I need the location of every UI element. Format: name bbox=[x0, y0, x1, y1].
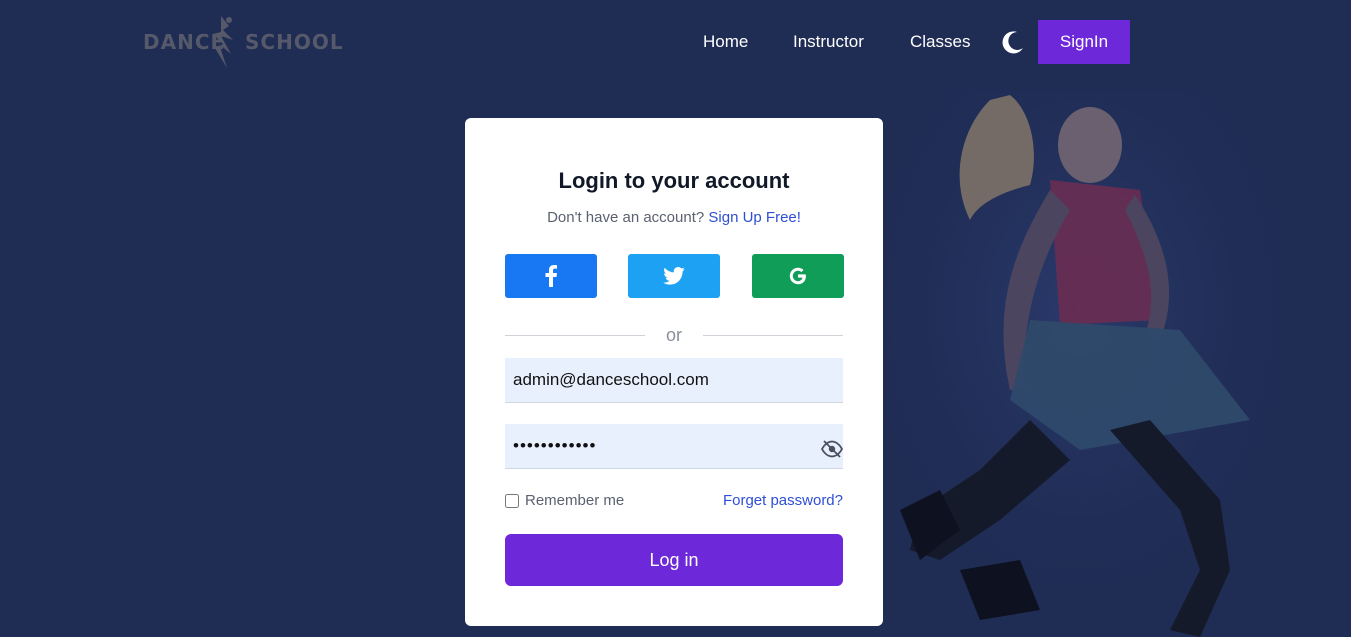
signup-prompt: Don't have an account? Sign Up Free! bbox=[465, 209, 883, 226]
facebook-login-button[interactable] bbox=[505, 254, 597, 298]
divider-line-left bbox=[505, 335, 645, 336]
email-field-wrapper bbox=[505, 358, 843, 403]
logo[interactable]: DANCE SCHOOL bbox=[143, 14, 343, 70]
nav-instructor[interactable]: Instructor bbox=[793, 20, 864, 64]
login-button[interactable]: Log in bbox=[505, 534, 843, 586]
remember-me-checkbox[interactable] bbox=[505, 493, 519, 508]
remember-me[interactable]: Remember me bbox=[505, 492, 624, 509]
dancer-logo-icon bbox=[213, 16, 233, 68]
twitter-login-button[interactable] bbox=[628, 254, 720, 298]
forgot-password-link[interactable]: Forget password? bbox=[723, 492, 843, 509]
twitter-icon bbox=[663, 267, 685, 285]
login-card: Login to your account Don't have an acco… bbox=[465, 118, 883, 626]
divider-line-right bbox=[703, 335, 843, 336]
google-login-button[interactable] bbox=[752, 254, 844, 298]
remember-me-label: Remember me bbox=[525, 492, 625, 509]
password-field-wrapper bbox=[505, 424, 843, 469]
signin-button[interactable]: SignIn bbox=[1038, 20, 1130, 64]
no-account-text: Don't have an account? bbox=[547, 209, 705, 226]
divider-or: or bbox=[665, 325, 682, 345]
password-field[interactable] bbox=[505, 424, 843, 468]
logo-text-school: SCHOOL bbox=[245, 30, 344, 54]
eye-slash-icon[interactable] bbox=[821, 440, 843, 458]
email-field[interactable] bbox=[505, 358, 843, 402]
google-icon bbox=[789, 267, 806, 285]
nav-classes[interactable]: Classes bbox=[910, 20, 970, 64]
nav-home[interactable]: Home bbox=[703, 20, 748, 64]
signup-link[interactable]: Sign Up Free! bbox=[708, 209, 801, 226]
login-title: Login to your account bbox=[558, 168, 790, 193]
facebook-icon bbox=[545, 265, 557, 287]
moon-icon[interactable] bbox=[1000, 29, 1026, 55]
dancer-image bbox=[880, 90, 1280, 637]
